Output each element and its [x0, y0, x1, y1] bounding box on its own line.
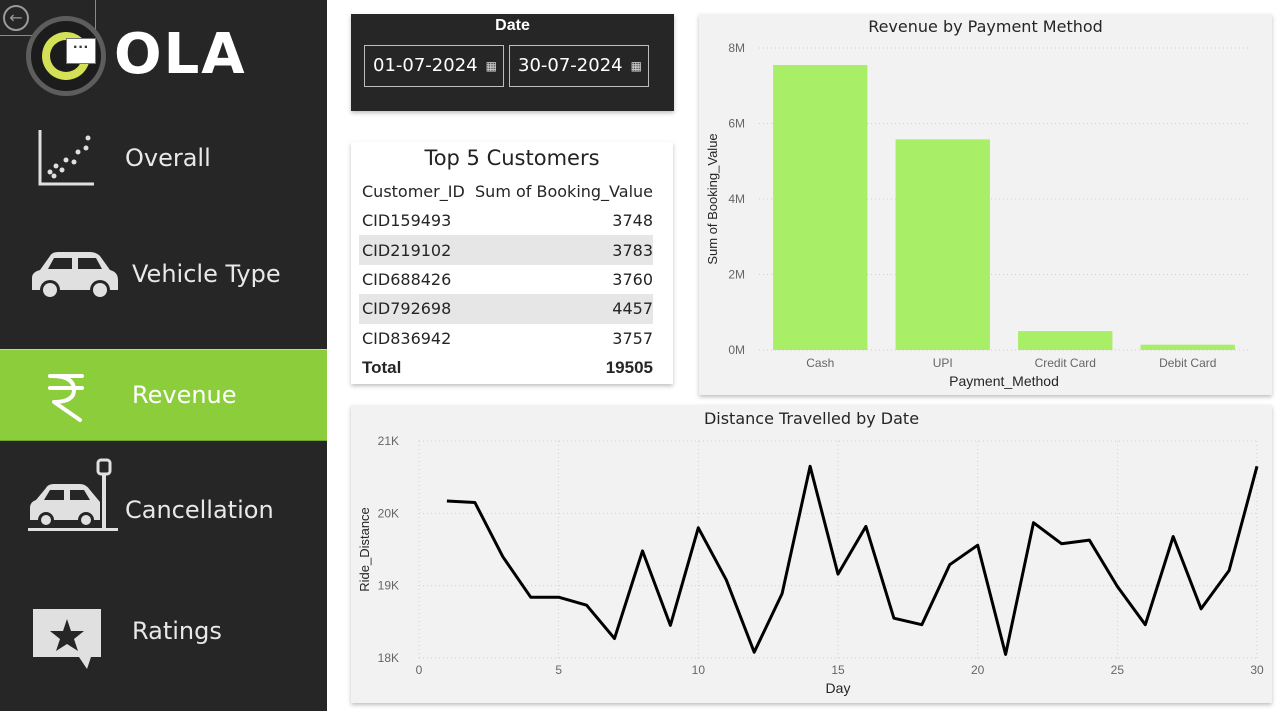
- car-icon: [32, 252, 118, 300]
- x-tick-label: Credit Card: [1035, 356, 1096, 370]
- y-tick-label: 4M: [728, 192, 745, 206]
- customer-id-cell: CID836942: [362, 328, 452, 348]
- star-speech-icon: [33, 609, 101, 669]
- y-tick-label: 0M: [728, 343, 745, 357]
- nav-item-revenue[interactable]: Revenue: [0, 349, 327, 441]
- y-axis-label: Ride_Distance: [357, 507, 372, 592]
- column-header[interactable]: Sum of Booking_Value: [467, 176, 653, 206]
- distance-by-date-card: Distance Travelled by Date 18K 19K 20K 21K 0…: [351, 405, 1272, 703]
- table-row[interactable]: CID792698 4457: [359, 294, 653, 324]
- start-date-input[interactable]: 01-07-2024 ▦: [364, 45, 504, 87]
- nav-label: Revenue: [132, 381, 237, 409]
- y-tick-label: 6M: [728, 117, 745, 131]
- x-tick-label: 0: [416, 663, 423, 677]
- x-tick-label: 15: [831, 663, 845, 677]
- x-axis-label: Payment_Method: [949, 373, 1059, 389]
- y-tick-label: 18K: [378, 651, 399, 665]
- table-total-row: Total 19505: [359, 353, 653, 382]
- date-filter-title: Date: [495, 17, 530, 34]
- x-tick-label: 20: [971, 663, 985, 677]
- brand-name: OLA: [114, 22, 247, 87]
- table-row[interactable]: CID159493 3748: [359, 206, 653, 235]
- customer-id-cell: CID159493: [362, 211, 452, 231]
- nav-item-ratings[interactable]: Ratings: [0, 585, 327, 677]
- revenue-by-payment-card: Revenue by Payment Method 0M 2M 4M 6M 8M Cash…: [699, 14, 1272, 395]
- more-options-button[interactable]: ···: [66, 38, 96, 64]
- bar: [1018, 331, 1113, 350]
- top-customers-table: Customer_ID Sum of Booking_Value CID1594…: [359, 176, 653, 382]
- booking-value-cell: 4457: [467, 294, 653, 324]
- x-tick-label: 5: [555, 663, 562, 677]
- booking-value-cell: 3783: [467, 235, 653, 265]
- table-row[interactable]: CID219102 3783: [359, 235, 653, 265]
- sidebar: ← ··· OLA Overall Vehicle Type Revenue C…: [0, 0, 327, 711]
- top-customers-card: Top 5 Customers Customer_ID Sum of Booki…: [351, 142, 673, 384]
- x-tick-label: 30: [1250, 663, 1264, 677]
- nav-label: Overall: [125, 144, 211, 172]
- y-tick-label: 20K: [378, 506, 399, 520]
- end-date-value: 30-07-2024: [518, 55, 623, 76]
- y-tick-label: 8M: [728, 41, 745, 55]
- revenue-bar-chart: 0M 2M 4M 6M 8M Cash UPI Credit Card Debit Card Pa…: [705, 41, 1249, 389]
- start-date-value: 01-07-2024: [373, 55, 478, 76]
- rupee-icon: [48, 374, 84, 422]
- y-axis-label: Sum of Booking_Value: [705, 133, 720, 264]
- booking-value-cell: 3748: [612, 211, 653, 231]
- bar: [1140, 344, 1235, 350]
- car-crash-icon: [28, 458, 118, 531]
- nav-label: Cancellation: [125, 496, 274, 524]
- x-tick-label: UPI: [933, 356, 953, 370]
- series-line: [446, 464, 1259, 656]
- x-tick-label: 10: [692, 663, 706, 677]
- nav-item-overall[interactable]: Overall: [0, 112, 327, 204]
- x-axis-label: Day: [826, 680, 851, 696]
- x-tick-label: Cash: [806, 356, 834, 370]
- nav-label: Vehicle Type: [132, 260, 281, 288]
- customer-id-cell: CID792698: [359, 294, 468, 324]
- nav-label: Ratings: [132, 617, 222, 645]
- nav-item-vehicle-type[interactable]: Vehicle Type: [0, 228, 327, 320]
- y-tick-label: 21K: [378, 434, 399, 448]
- booking-value-cell: 3757: [612, 328, 653, 348]
- calendar-icon[interactable]: ▦: [486, 46, 497, 86]
- scatter-chart-icon: [38, 130, 94, 186]
- customer-id-cell: CID219102: [359, 235, 468, 265]
- top-customers-title: Top 5 Customers: [424, 146, 600, 170]
- nav-item-cancellation[interactable]: Cancellation: [0, 458, 327, 556]
- customer-id-cell: CID688426: [362, 269, 452, 289]
- end-date-input[interactable]: 30-07-2024 ▦: [509, 45, 649, 87]
- table-row[interactable]: CID688426 3760: [359, 265, 653, 294]
- table-header-row: Customer_ID Sum of Booking_Value: [359, 176, 653, 206]
- column-header[interactable]: Customer_ID: [359, 176, 467, 206]
- table-row[interactable]: CID836942 3757: [359, 324, 653, 353]
- x-tick-label: 25: [1111, 663, 1125, 677]
- y-tick-label: 2M: [728, 268, 745, 282]
- calendar-icon[interactable]: ▦: [631, 46, 642, 86]
- date-filter-card: Date 01-07-2024 ▦ 30-07-2024 ▦: [351, 14, 674, 111]
- distance-line-chart: 18K 19K 20K 21K 0 5 10 15 20 25 30 Day Ride_Distance: [357, 434, 1264, 696]
- y-tick-label: 19K: [378, 579, 399, 593]
- total-label: Total: [362, 357, 402, 377]
- x-tick-label: Debit Card: [1159, 356, 1216, 370]
- bar: [773, 64, 868, 351]
- total-value: 19505: [605, 357, 653, 377]
- booking-value-cell: 3760: [612, 269, 653, 289]
- bar: [895, 139, 990, 350]
